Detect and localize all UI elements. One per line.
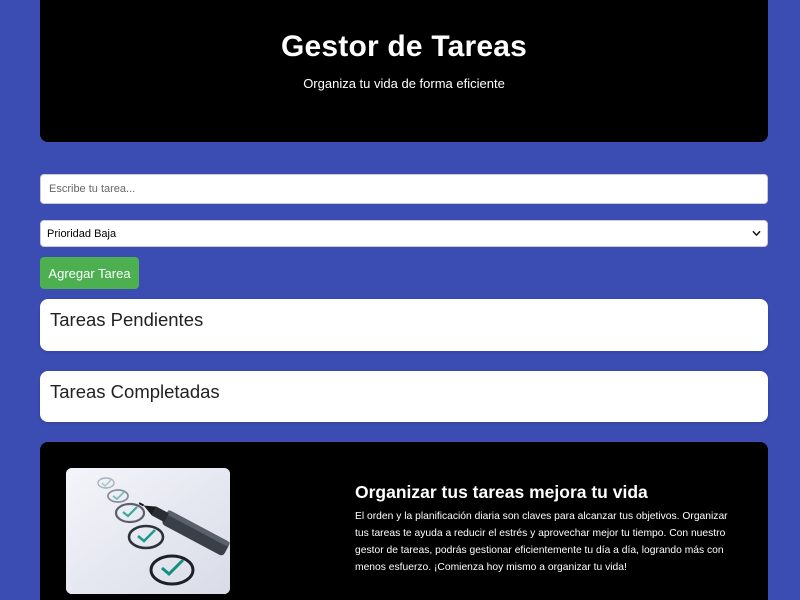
- page-title: Gestor de Tareas: [280, 30, 528, 63]
- checklist-illustration: [66, 468, 230, 594]
- priority-selected-value: Prioridad Baja: [47, 227, 117, 240]
- checklist-image: [66, 468, 230, 594]
- completed-tasks-title: Tareas Completadas: [50, 381, 220, 402]
- promo-text: El orden y la planificación diaria son c…: [355, 511, 728, 573]
- add-task-button[interactable]: Agregar Tarea: [40, 257, 139, 289]
- pending-tasks-panel: Tareas Pendientes: [40, 299, 768, 351]
- promo-title: Organizar tus tareas mejora tu vida: [355, 482, 648, 502]
- page: Gestor de Tareas Organiza tu vida de for…: [0, 0, 800, 600]
- header-banner: Gestor de Tareas Organiza tu vida de for…: [40, 0, 768, 142]
- page-subtitle: Organiza tu vida de forma eficiente: [303, 76, 505, 91]
- pending-tasks-title: Tareas Pendientes: [50, 309, 204, 330]
- priority-select[interactable]: Prioridad Baja: [40, 220, 768, 247]
- task-input[interactable]: [40, 174, 768, 204]
- promo-panel: Organizar tus tareas mejora tu vida El o…: [40, 442, 768, 600]
- completed-tasks-panel: Tareas Completadas: [40, 371, 768, 422]
- chevron-down-icon: [752, 230, 761, 236]
